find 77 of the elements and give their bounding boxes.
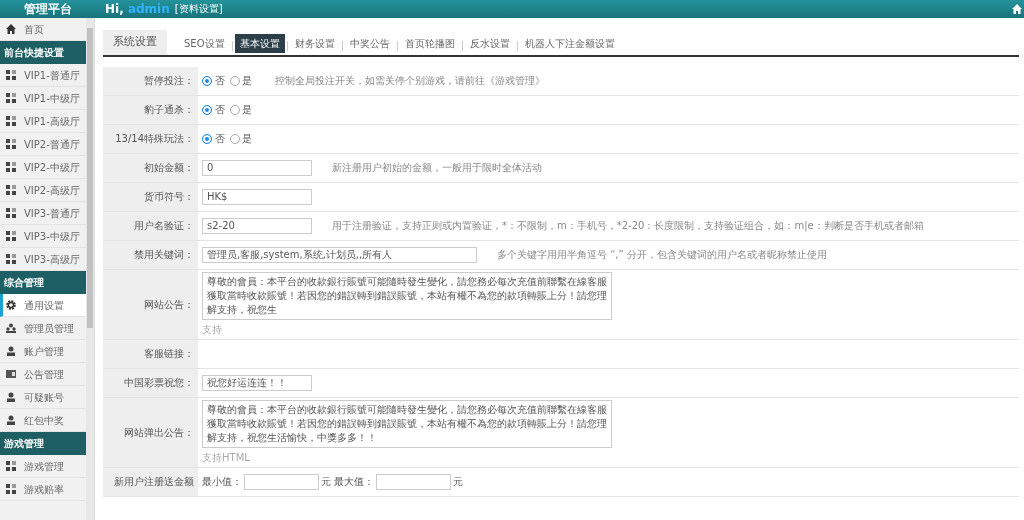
section-tab[interactable]: 系统设置	[103, 30, 167, 55]
grid-icon	[6, 231, 16, 241]
text-area[interactable]: 尊敬的會員：本平台的收款銀行賬號可能隨時發生變化，請您務必每次充值前聯繫在線客服獲取當時收款賬號！若因您的錯誤轉到錯誤賬號，本站有權不為您的款項轉賬上分！請您理解支持，祝您生活愉快，中獎多多！！	[202, 399, 612, 448]
radio-label: 是	[242, 74, 252, 88]
field-label: 货币符号：	[103, 182, 198, 211]
tab[interactable]: 中奖公告	[344, 33, 395, 53]
field-label: 用户名验证：	[103, 211, 198, 240]
grid-icon	[6, 208, 16, 218]
field-label: 新用户注册送金额	[103, 467, 198, 496]
radio-label: 否	[214, 74, 225, 88]
grid-icon	[6, 116, 16, 126]
sidebar-section-title: 综合管理	[0, 271, 86, 294]
help-text: 多个关键字用用半角逗号 “,” 分开，包含关键词的用户名或者昵称禁止使用	[497, 248, 827, 262]
sidebar-item[interactable]: 通用设置	[0, 294, 86, 317]
grid-icon	[6, 185, 16, 195]
hint-text: 支持	[202, 322, 222, 337]
profile-link[interactable]: [资料设置]	[174, 0, 223, 18]
max-label: 元 最大值：	[321, 475, 375, 489]
input-field[interactable]: HK$	[202, 188, 312, 205]
help-text: 用于注册验证，支持正则或内置验证，*：不限制，m：手机号，*2-20：长度限制，支持验证组合，如：m|e：判断是否手机或者邮箱	[332, 219, 924, 233]
sidebar-section-title: 前台快捷设置	[0, 41, 86, 64]
unit-label: 元	[453, 475, 464, 489]
field-label: 网站公告：	[103, 269, 198, 339]
help-text: 控制全局投注开关，如需关停个别游戏，请前往《游戏管理》	[274, 74, 545, 88]
settings-icon	[6, 300, 16, 310]
tab[interactable]: 首页轮播图	[399, 33, 460, 53]
home-icon[interactable]	[1011, 4, 1022, 14]
grid-icon	[6, 162, 16, 172]
radio-button[interactable]	[229, 104, 240, 115]
input-field[interactable]: s2-20	[202, 217, 312, 234]
sidebar-section-title: 游戏管理	[0, 432, 86, 455]
radio-button[interactable]	[202, 75, 212, 86]
field-label: 暂停投注：	[103, 66, 198, 95]
radio-button[interactable]	[202, 104, 212, 115]
user-icon	[6, 346, 16, 356]
input-field[interactable]: 祝您好运连连！！	[202, 374, 312, 391]
grid-icon	[6, 139, 16, 149]
min-field[interactable]	[244, 473, 319, 490]
greeting: Hi, admin	[105, 1, 170, 18]
field-label: 豹子通杀：	[103, 95, 198, 124]
max-field[interactable]	[376, 473, 452, 490]
text-area[interactable]: 尊敬的會員：本平台的收款銀行賬號可能隨時發生變化，請您務必每次充值前聯繫在線客服獲取當時收款賬號！若因您的錯誤轉到錯誤賬號，本站有權不為您的款項轉賬上分！請您理解支持，祝您生	[202, 271, 612, 320]
radio-label: 是	[242, 103, 252, 117]
radio-label: 是	[242, 132, 252, 146]
field-label: 中国彩票祝您：	[103, 368, 198, 397]
field-label: 客服链接：	[103, 339, 198, 368]
hint-text: 支持HTML	[202, 450, 250, 465]
field-label: 禁用关键词：	[103, 240, 198, 269]
help-text: 新注册用户初始的金额，一般用于限时全体活动	[332, 161, 542, 175]
users-icon	[6, 323, 16, 333]
user-icon	[6, 415, 16, 425]
grid-icon	[6, 484, 16, 494]
radio-button[interactable]	[229, 133, 240, 144]
radio-button[interactable]	[229, 75, 240, 86]
field-label: 初始金额：	[103, 153, 198, 182]
field-label: 13/14特殊玩法：	[103, 124, 198, 153]
field-label: 网站弹出公告：	[103, 397, 198, 467]
user-icon	[6, 392, 16, 402]
tab[interactable]: 财务设置	[289, 33, 340, 53]
tab[interactable]: 机器人下注金额设置	[519, 33, 620, 53]
tab[interactable]: 反水设置	[464, 33, 515, 53]
grid-icon	[6, 93, 16, 103]
radio-label: 否	[214, 132, 225, 146]
grid-icon	[6, 70, 16, 80]
radio-button[interactable]	[202, 133, 212, 144]
min-label: 最小值：	[202, 475, 242, 489]
home-icon	[6, 24, 16, 34]
radio-label: 否	[214, 103, 225, 117]
grid-icon	[6, 254, 16, 264]
app-title: 管理平台	[22, 1, 73, 18]
card-icon	[6, 369, 16, 379]
grid-icon	[6, 461, 16, 471]
tab[interactable]: SEO设置	[179, 33, 230, 53]
input-field[interactable]: 0	[202, 159, 312, 176]
scrollbar[interactable]	[86, 18, 94, 520]
input-field[interactable]: 管理员,客服,system,系统,计划员,,所有人	[202, 246, 477, 263]
tab[interactable]: 基本设置	[234, 33, 285, 53]
